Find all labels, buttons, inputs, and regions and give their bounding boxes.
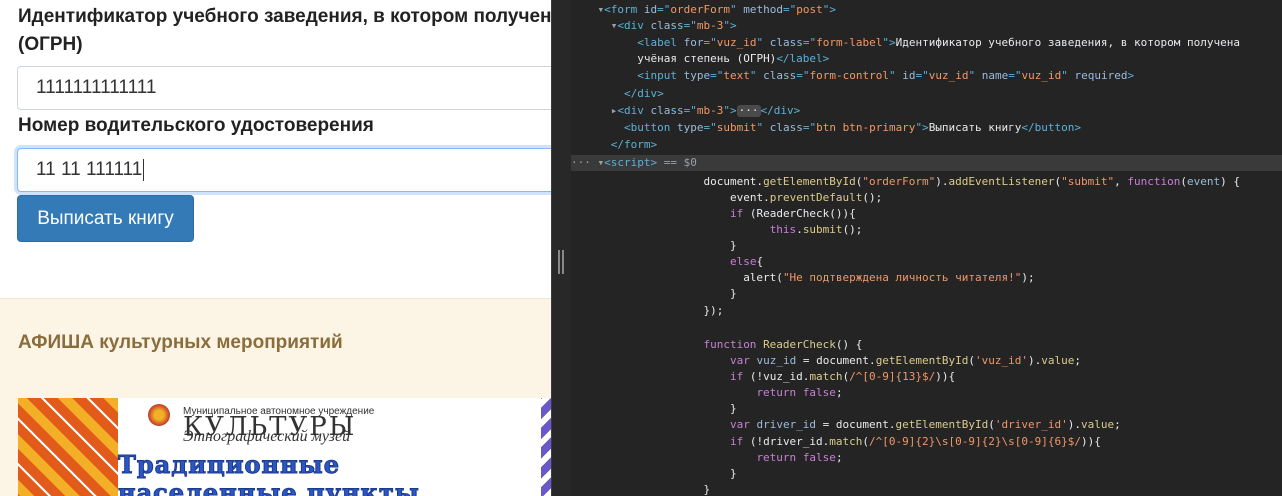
poster-headline-1: Традиционные	[118, 450, 340, 480]
afisha-poster[interactable]: Муниципальное автономное учреждение КУЛЬ…	[18, 398, 551, 496]
web-page: Идентификатор учебного заведения, в кото…	[0, 0, 551, 496]
code-line[interactable]: ▸<div class="mb-3"> ··· </div>	[571, 103, 800, 119]
code-line[interactable]: var driver_id = document.getElementById(…	[571, 417, 1121, 433]
code-line[interactable]: return false;	[571, 450, 842, 466]
code-line[interactable]: return false;	[571, 385, 842, 401]
vuz-id-input-value: 1111111111111	[36, 77, 157, 98]
ornament-left	[18, 398, 118, 496]
vuz-id-label-suffix: (ОГРН)	[18, 34, 83, 55]
code-line[interactable]: </form>	[571, 137, 657, 153]
vuz-id-label: Идентификатор учебного заведения, в кото…	[18, 6, 551, 27]
code-line[interactable]: var vuz_id = document.getElementById('vu…	[571, 353, 1081, 369]
submit-button[interactable]: Выписать книгу	[17, 195, 194, 242]
code-line[interactable]: event.preventDefault();	[571, 190, 882, 206]
code-line[interactable]: if (!driver_id.match(/^[0-9]{2}\s[0-9]{2…	[571, 434, 1101, 450]
code-line[interactable]: <button type="submit" class="btn btn-pri…	[571, 120, 1081, 136]
panel-splitter[interactable]	[551, 0, 572, 496]
code-line[interactable]: alert("Не подтверждена личность читателя…	[571, 270, 1034, 286]
driver-id-input-value: 11 11 111111	[36, 159, 143, 180]
museum-emblem-icon	[148, 404, 170, 426]
code-line[interactable]: }	[571, 401, 737, 417]
driver-id-label: Номер водительского удостоверения	[18, 115, 374, 136]
code-line[interactable]: <label for="vuz_id" class="form-label">И…	[571, 35, 1240, 51]
resize-grip-icon[interactable]	[558, 250, 564, 274]
afisha-title: АФИША культурных мероприятий	[18, 332, 343, 353]
code-line[interactable]: }	[571, 286, 737, 302]
code-line[interactable]: <input type="text" class="form-control" …	[571, 68, 1134, 84]
code-line[interactable]: учёная степень (ОГРН)</label>	[571, 51, 829, 67]
code-line[interactable]: }	[571, 238, 737, 254]
vuz-id-input[interactable]: 1111111111111	[17, 66, 551, 110]
poster-museum-text: Этнографический музей	[183, 428, 351, 445]
code-line[interactable]: if (ReaderCheck()){	[571, 206, 856, 222]
code-line[interactable]: if (!vuz_id.match(/^[0-9]{13}$/)){	[571, 369, 955, 385]
code-line[interactable]: document.getElementById("orderForm").add…	[571, 174, 1240, 190]
afisha-section: АФИША культурных мероприятий Муниципальн…	[0, 298, 551, 496]
text-caret	[143, 158, 145, 181]
code-line[interactable]: ▾<div class="mb-3">	[571, 18, 737, 34]
code-line[interactable]: }	[571, 466, 737, 482]
code-line[interactable]: }	[571, 482, 710, 496]
poster-headline-2: населенные пункты	[118, 478, 420, 496]
code-line[interactable]: </div>	[571, 86, 664, 102]
code-line[interactable]: function ReaderCheck() {	[571, 337, 862, 353]
code-line[interactable]: ▾<form id="orderForm" method="post">	[571, 2, 836, 18]
code-line[interactable]: else{	[571, 254, 763, 270]
code-line[interactable]: });	[571, 303, 723, 319]
code-line[interactable]: ··· ▾<script> == $0	[571, 155, 697, 171]
code-line[interactable]: this.submit();	[571, 222, 863, 238]
devtools-elements-panel: ▾<form id="orderForm" method="post"> ▾<d…	[571, 0, 1282, 496]
ornament-right	[541, 398, 551, 496]
driver-id-input[interactable]: 11 11 111111	[17, 148, 551, 192]
